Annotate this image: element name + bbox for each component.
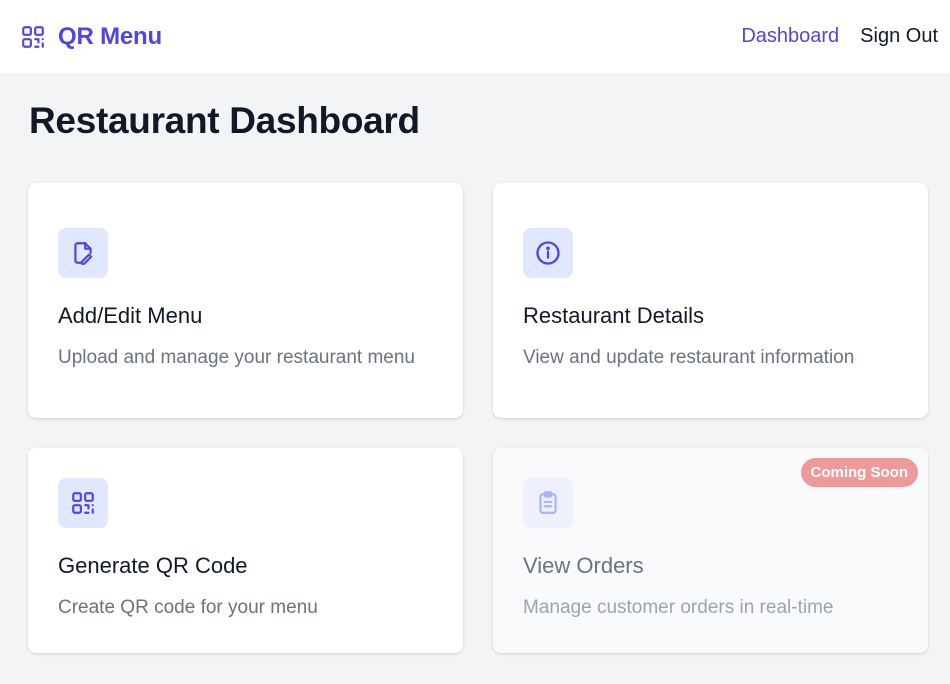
view-orders-card: Coming Soon View Orders Manage customer …: [493, 448, 928, 653]
brand-logo-link[interactable]: QR Menu: [20, 23, 162, 51]
qr-code-icon: [58, 478, 108, 528]
info-circle-icon: [523, 228, 573, 278]
card-description: Upload and manage your restaurant menu: [58, 347, 416, 368]
sign-out-button[interactable]: Sign Out: [860, 25, 938, 48]
card-title: Add/Edit Menu: [58, 303, 203, 328]
restaurant-details-card[interactable]: Restaurant Details View and update resta…: [493, 183, 928, 418]
nav-dashboard-link[interactable]: Dashboard: [741, 25, 839, 48]
nav-links: Dashboard Sign Out: [741, 25, 938, 48]
card-description: View and update restaurant information: [523, 347, 855, 368]
generate-qr-code-card[interactable]: Generate QR Code Create QR code for your…: [28, 448, 463, 653]
card-title: Restaurant Details: [523, 303, 704, 328]
qr-code-icon: [20, 24, 46, 50]
top-navbar: QR Menu Dashboard Sign Out: [0, 0, 950, 73]
add-edit-menu-card[interactable]: Add/Edit Menu Upload and manage your res…: [28, 183, 463, 418]
card-description: Create QR code for your menu: [58, 597, 318, 618]
app-name: QR Menu: [58, 22, 162, 50]
card-description: Manage customer orders in real-time: [523, 597, 834, 618]
card-title: Generate QR Code: [58, 553, 248, 578]
card-title: View Orders: [523, 553, 644, 578]
clipboard-icon: [523, 478, 573, 528]
document-edit-icon: [58, 228, 108, 278]
page-title: Restaurant Dashboard: [29, 100, 420, 141]
coming-soon-badge: Coming Soon: [800, 458, 918, 487]
